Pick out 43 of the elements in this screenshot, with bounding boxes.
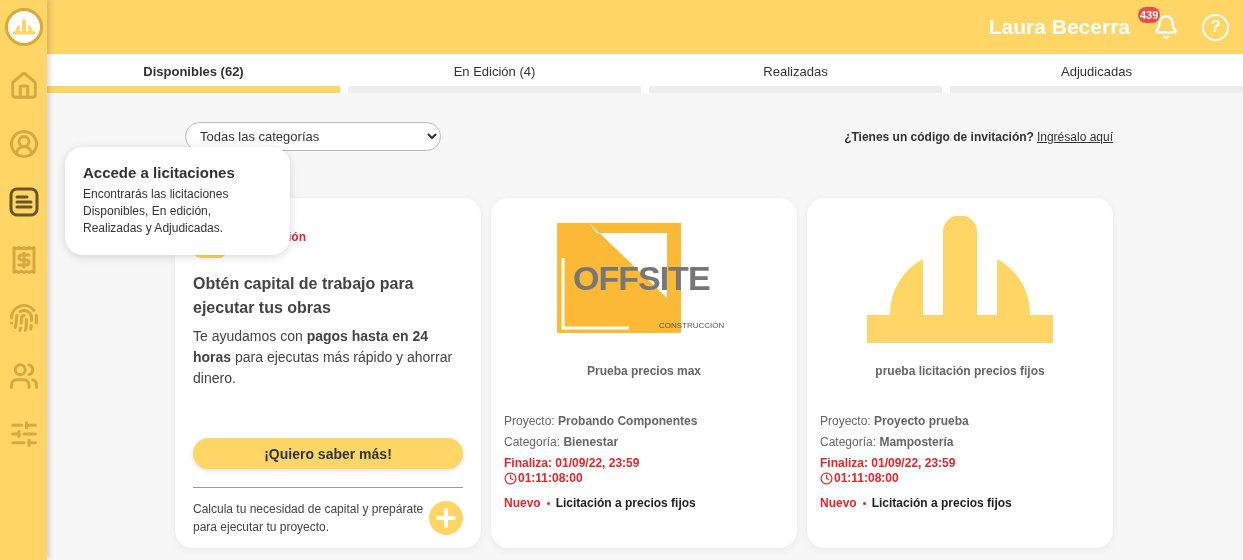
tender-card[interactable]: prueba licitación precios fijos Proyecto: Proyecto prueba Categoría: Mampostería Finaliza: 01/09/22, 23:59 01:11:08:00 Nuevo Licitación a precios fijos (807, 198, 1113, 548)
invitation-text: ¿Tienes un código de invitación? Ingrésalo aquí (844, 129, 1113, 144)
countdown-text: 01:11:08:00 (518, 471, 583, 485)
tooltip-title: Accede a licitaciones (83, 164, 236, 181)
list-icon (8, 187, 39, 217)
helmet-icon (867, 215, 1053, 343)
user-name: Laura Becerra (988, 15, 1130, 39)
clock-icon (504, 471, 517, 485)
deadline-text: Finaliza: 01/09/22, 23:59 (504, 456, 641, 470)
tender-type: Licitación a precios fijos (555, 496, 696, 510)
tender-title: Prueba precios max (586, 364, 702, 378)
plus-icon[interactable] (429, 501, 463, 535)
tab[interactable]: Realizadas (649, 54, 942, 93)
promo-text: Te ayudamos con pagos hasta en 24 horas para ejecutas más rápido y ahorrar dinero. (193, 327, 454, 388)
invitation-link[interactable]: Ingrésalo aquí (1036, 129, 1113, 144)
learn-more-button[interactable]: ¡Quiero saber más! (193, 438, 463, 469)
project-text: Proyecto: Probando Componentes (504, 414, 699, 428)
countdown-text: 01:11:08:00 (834, 471, 899, 485)
tab[interactable]: Disponibles (62) (47, 54, 340, 93)
promo-footer-text: Calcula tu necesidad de capital y prepárate para ejecutar tu proyecto. (193, 501, 425, 536)
tender-title: prueba licitación precios fijos (875, 364, 1045, 378)
separator-dot (862, 501, 866, 505)
tender-type: Licitación a precios fijos (871, 496, 1012, 510)
sliders-icon (8, 419, 39, 449)
status-text: Nuevo (820, 496, 857, 510)
deadline-text: Finaliza: 01/09/22, 23:59 (820, 456, 957, 470)
group-icon (8, 361, 39, 391)
promo-title: Obtén capital de trabajo para ejecutar tus obras (193, 274, 415, 318)
home-icon (8, 71, 39, 101)
status-text: Nuevo (504, 496, 541, 510)
tooltip-text: Encontrarás las licitaciones Disponibles, En edición, Realizadas y Adjudicadas. (83, 186, 230, 237)
separator-dot (546, 501, 550, 505)
category-text: Categoría: Mampostería (820, 435, 955, 449)
notification-count: 439 (1138, 7, 1161, 23)
user-icon (8, 129, 39, 159)
fingerprint-icon (8, 303, 39, 333)
tab[interactable]: Adjudicadas (950, 54, 1243, 93)
category-select[interactable]: Todas las categorías (185, 122, 441, 151)
app-logo[interactable] (4, 8, 43, 46)
category-text: Categoría: Bienestar (504, 435, 620, 449)
project-text: Proyecto: Proyecto prueba (820, 414, 970, 428)
clock-icon (820, 471, 833, 485)
tab[interactable]: En Edición (4) (348, 54, 641, 93)
